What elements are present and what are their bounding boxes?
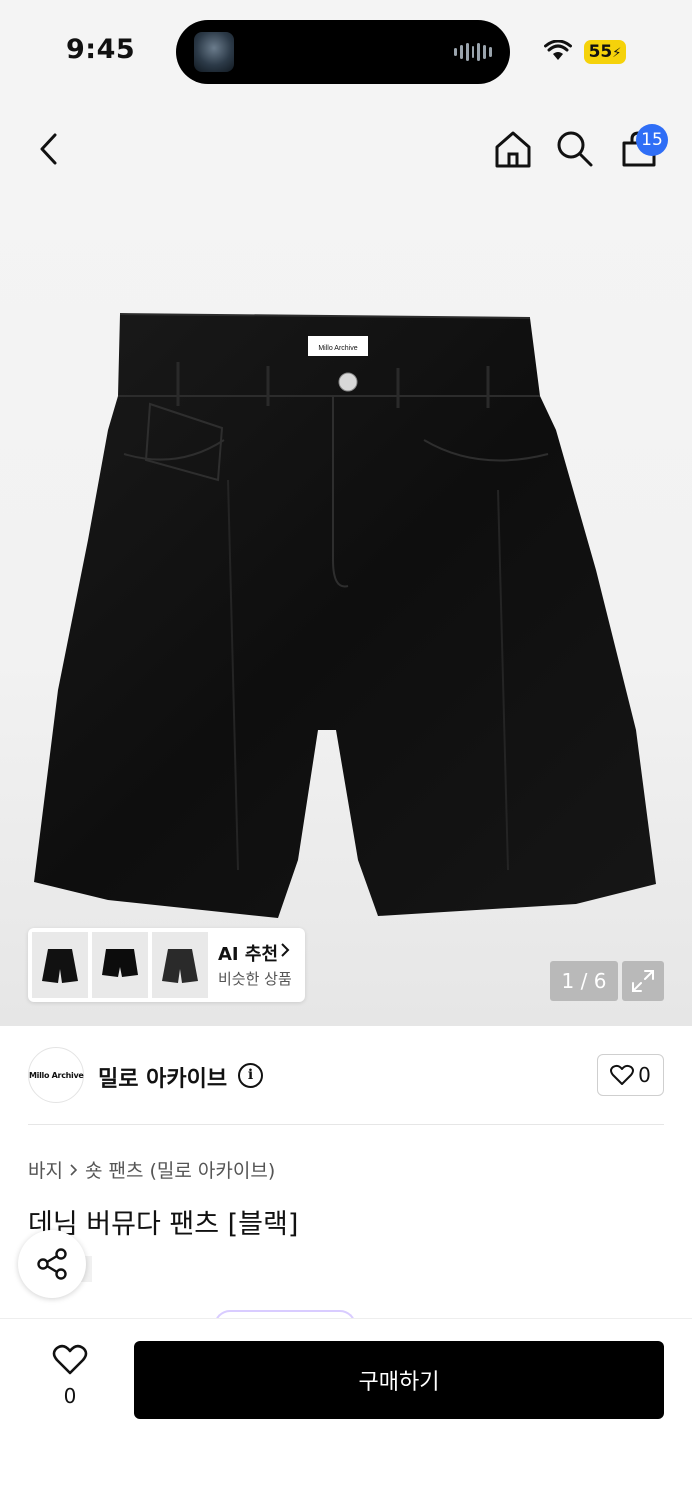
- ai-recommend-card[interactable]: AI 추천 비슷한 상품: [28, 928, 305, 1002]
- status-time: 9:45: [66, 34, 136, 65]
- image-page-counter: 1 / 6: [550, 961, 618, 1001]
- ai-recommend-title: AI 추천: [218, 944, 279, 965]
- breadcrumb-subcategory[interactable]: 숏 팬츠 (밀로 아카이브): [85, 1156, 275, 1183]
- recommend-thumbnail[interactable]: [92, 932, 148, 998]
- battery-indicator: 55⚡: [584, 40, 626, 64]
- back-button[interactable]: [24, 124, 74, 174]
- garment-label-text: Millo Archive: [318, 345, 357, 352]
- section-divider: [28, 1124, 664, 1125]
- chevron-left-icon: [40, 133, 57, 165]
- cart-count-badge: 15: [636, 124, 668, 156]
- brand-like-button[interactable]: 0: [597, 1054, 664, 1096]
- search-button[interactable]: [550, 124, 600, 174]
- shorts-thumbnail-image: [102, 949, 138, 977]
- product-photo: Millo Archive: [34, 313, 656, 918]
- wishlist-count: 0: [63, 1384, 77, 1408]
- info-icon[interactable]: i: [238, 1063, 263, 1088]
- chevron-right-icon: [281, 943, 290, 957]
- expand-image-button[interactable]: [622, 961, 664, 1001]
- charging-bolt-icon: ⚡: [612, 46, 622, 61]
- breadcrumb: 바지 숏 팬츠 (밀로 아카이브): [28, 1156, 275, 1183]
- recommend-thumbnail[interactable]: [32, 932, 88, 998]
- recommend-thumbnail[interactable]: [152, 932, 208, 998]
- battery-level: 55: [588, 42, 613, 62]
- wishlist-button[interactable]: 0: [44, 1344, 96, 1408]
- dynamic-island[interactable]: [176, 20, 510, 84]
- shorts-thumbnail-image: [162, 949, 198, 983]
- expand-icon: [632, 970, 654, 992]
- share-icon: [37, 1248, 67, 1280]
- status-bar: 9:45 55⚡: [0, 0, 692, 100]
- heart-icon: [610, 1064, 635, 1085]
- brand-logo[interactable]: Millo Archive: [28, 1047, 84, 1103]
- share-button[interactable]: [18, 1230, 86, 1298]
- ai-recommend-subtitle: 비슷한 상품: [218, 970, 292, 988]
- now-playing-artwork: [194, 32, 234, 72]
- home-icon: [495, 131, 531, 168]
- chevron-right-icon: [70, 1163, 78, 1176]
- brand-name[interactable]: 밀로 아카이브: [98, 1061, 227, 1093]
- buy-button[interactable]: 구매하기: [134, 1341, 664, 1419]
- brand-logo-text: Millo Archive: [29, 1071, 84, 1080]
- brand-like-count: 0: [638, 1063, 651, 1087]
- wifi-icon: [544, 40, 572, 60]
- shorts-thumbnail-image: [42, 949, 78, 983]
- home-button[interactable]: [488, 124, 538, 174]
- search-icon: [557, 131, 593, 167]
- heart-icon: [52, 1344, 88, 1375]
- breadcrumb-category[interactable]: 바지: [28, 1156, 63, 1183]
- audio-waveform-icon: [454, 42, 493, 62]
